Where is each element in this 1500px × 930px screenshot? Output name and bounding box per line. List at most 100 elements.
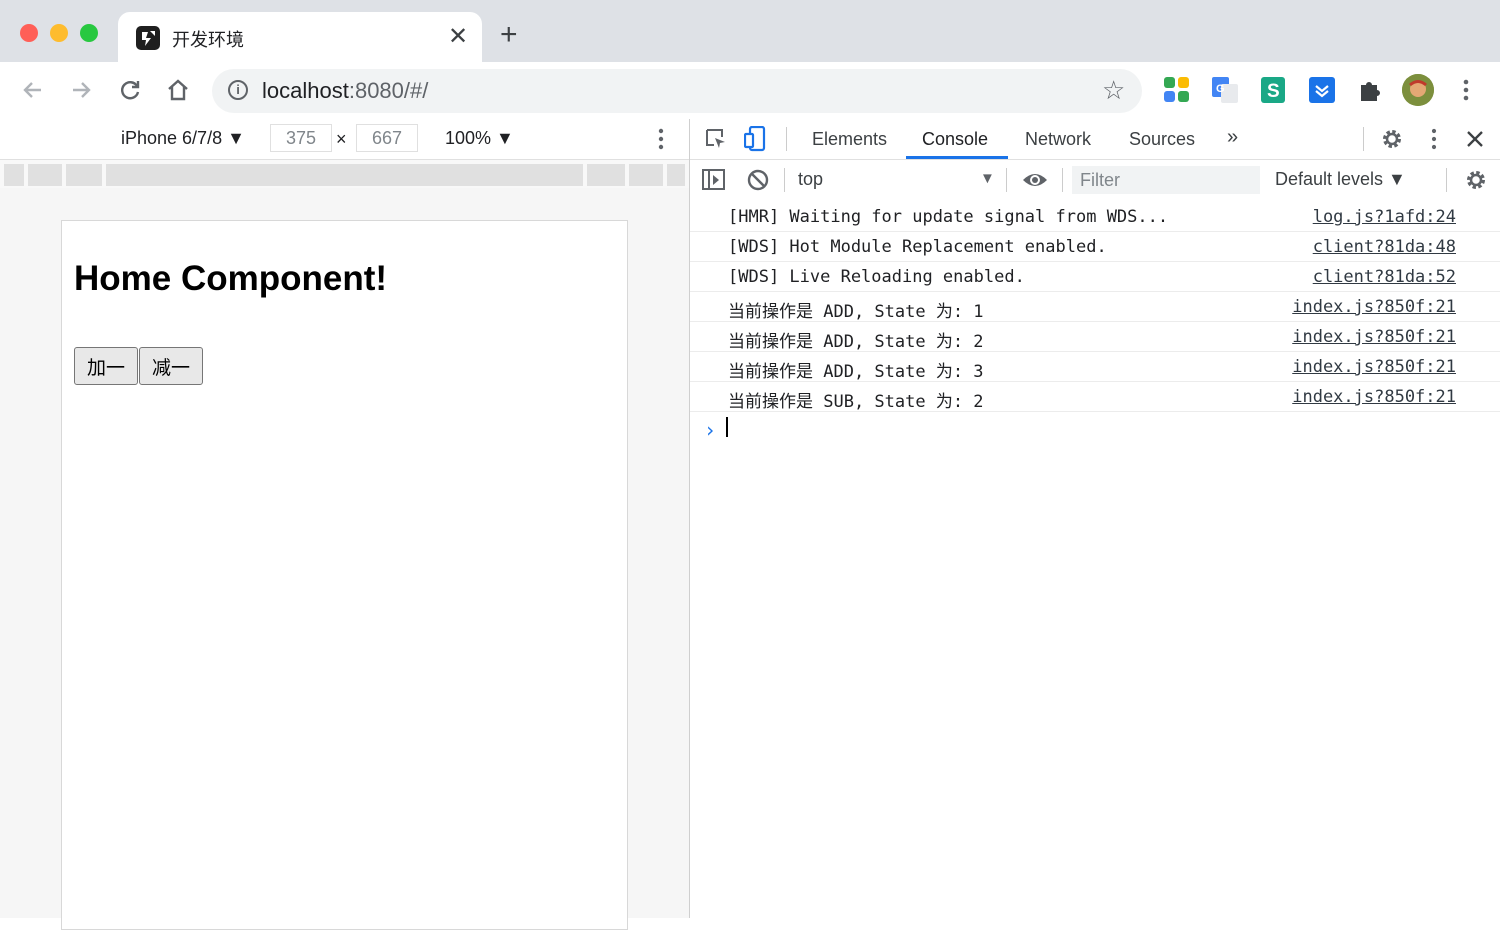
console-row: [HMR] Waiting for update signal from WDS… — [690, 202, 1500, 232]
maximize-window-button[interactable] — [80, 24, 98, 42]
new-tab-button[interactable]: + — [500, 20, 518, 50]
decrement-button[interactable]: 减一 — [139, 347, 203, 385]
console-source-link[interactable]: index.js?850f:21 — [1292, 297, 1456, 317]
media-query-segment[interactable] — [587, 164, 625, 186]
console-message: 当前操作是 ADD, State 为: 3 — [728, 362, 984, 382]
separator — [1446, 168, 1447, 192]
media-query-segment[interactable] — [28, 164, 62, 186]
console-input[interactable] — [726, 417, 728, 437]
console-row: 当前操作是 SUB, State 为: 2 index.js?850f:21 — [690, 382, 1500, 412]
tab-network[interactable]: Network — [1025, 129, 1091, 150]
home-icon[interactable] — [162, 74, 194, 106]
zoom-select[interactable]: 100% ▼ — [445, 128, 514, 149]
console-message: 当前操作是 ADD, State 为: 1 — [728, 302, 984, 322]
tab-sources[interactable]: Sources — [1129, 129, 1195, 150]
log-levels-select[interactable]: Default levels ▼ — [1275, 169, 1406, 190]
clear-console-icon[interactable] — [746, 168, 770, 192]
device-toolbar: iPhone 6/7/8 ▼ 375 × 667 100% ▼ — [0, 119, 689, 160]
console-row: [WDS] Hot Module Replacement enabled. cl… — [690, 232, 1500, 262]
dimension-separator: × — [336, 129, 347, 149]
console-settings-icon[interactable] — [1464, 168, 1488, 192]
separator — [786, 127, 787, 151]
console-source-link[interactable]: log.js?1afd:24 — [1313, 207, 1456, 227]
more-tabs-icon[interactable]: » — [1227, 126, 1238, 149]
console-source-link[interactable]: index.js?850f:21 — [1292, 357, 1456, 377]
console-prompt-icon: › — [704, 418, 717, 442]
sidebar-toggle-icon[interactable] — [702, 169, 726, 191]
console-row: [WDS] Live Reloading enabled. client?81d… — [690, 262, 1500, 292]
s-extension-icon[interactable]: S — [1259, 76, 1287, 104]
console-source-link[interactable]: client?81da:48 — [1313, 237, 1456, 257]
console-source-link[interactable]: index.js?850f:21 — [1292, 387, 1456, 407]
console-row: 当前操作是 ADD, State 为: 3 index.js?850f:21 — [690, 352, 1500, 382]
console-row: 当前操作是 ADD, State 为: 1 index.js?850f:21 — [690, 292, 1500, 322]
separator — [1062, 168, 1063, 192]
kebab-menu-icon[interactable] — [1456, 76, 1476, 104]
media-query-segment[interactable] — [66, 164, 102, 186]
url-host: localhost — [262, 78, 349, 103]
viewport-area: Home Component! 加一 减一 — [0, 188, 689, 930]
eye-icon[interactable] — [1022, 169, 1048, 191]
context-dropdown-icon[interactable]: ▼ — [980, 170, 995, 187]
device-toggle-icon[interactable] — [743, 125, 768, 152]
svg-text:G: G — [1216, 83, 1225, 95]
separator — [1006, 168, 1007, 192]
url-path: :8080/#/ — [348, 78, 429, 103]
close-devtools-icon[interactable] — [1464, 128, 1486, 150]
console-output: [HMR] Waiting for update signal from WDS… — [690, 200, 1500, 918]
back-arrow-icon[interactable] — [17, 74, 49, 106]
browser-tab[interactable]: 开发环境 ✕ — [118, 12, 482, 64]
inspect-element-icon[interactable] — [704, 127, 728, 151]
tab-console[interactable]: Console — [922, 129, 988, 150]
console-message: [WDS] Live Reloading enabled. — [728, 267, 1025, 287]
console-toolbar: top ▼ Filter Default levels ▼ — [690, 160, 1500, 201]
tab-elements[interactable]: Elements — [812, 129, 887, 150]
url-text[interactable]: localhost:8080/#/ — [262, 78, 428, 104]
console-message: [HMR] Waiting for update signal from WDS… — [728, 207, 1169, 227]
media-query-segment[interactable] — [4, 164, 24, 186]
extensions-puzzle-icon[interactable] — [1356, 76, 1384, 104]
context-select[interactable]: top — [798, 169, 823, 190]
separator — [1363, 127, 1364, 151]
media-query-segment[interactable] — [106, 164, 583, 186]
forward-arrow-icon[interactable] — [65, 74, 97, 106]
console-source-link[interactable]: client?81da:52 — [1313, 267, 1456, 287]
media-query-segment[interactable] — [629, 164, 663, 186]
address-bar[interactable]: i localhost:8080/#/ ☆ — [212, 69, 1142, 113]
reload-icon[interactable] — [114, 74, 146, 106]
page-heading: Home Component! — [74, 259, 388, 298]
console-message: 当前操作是 ADD, State 为: 2 — [728, 332, 984, 352]
minimize-window-button[interactable] — [50, 24, 68, 42]
device-more-icon[interactable] — [651, 125, 671, 159]
console-message: [WDS] Hot Module Replacement enabled. — [728, 237, 1107, 257]
star-icon[interactable]: ☆ — [1102, 75, 1125, 106]
browser-toolbar: i localhost:8080/#/ ☆ G S — [0, 62, 1500, 120]
info-icon[interactable]: i — [228, 80, 248, 100]
tab-close-icon[interactable]: ✕ — [446, 22, 470, 51]
devtools-menu-icon[interactable] — [1424, 127, 1444, 151]
tab-favicon-icon — [136, 26, 160, 50]
close-window-button[interactable] — [20, 24, 38, 42]
device-height-input[interactable]: 667 — [356, 124, 418, 152]
device-select[interactable]: iPhone 6/7/8 ▼ — [121, 128, 245, 149]
media-query-segment[interactable] — [667, 164, 685, 186]
devtools-tab-bar: Elements Console Network Sources » — [690, 119, 1500, 160]
google-translate-icon[interactable]: G — [1211, 76, 1239, 104]
save-extension-icon[interactable] — [1308, 76, 1336, 104]
active-tab-indicator — [906, 156, 1008, 159]
device-width-input[interactable]: 375 — [270, 124, 332, 152]
settings-gear-icon[interactable] — [1380, 127, 1404, 151]
separator — [784, 168, 785, 192]
title-bar: 开发环境 ✕ + — [0, 0, 1500, 64]
emulated-viewport: Home Component! 加一 减一 — [61, 220, 628, 930]
console-row: 当前操作是 ADD, State 为: 2 index.js?850f:21 — [690, 322, 1500, 352]
console-message: 当前操作是 SUB, State 为: 2 — [728, 392, 984, 412]
svg-text:S: S — [1267, 81, 1280, 102]
media-query-bar — [0, 160, 689, 188]
increment-button[interactable]: 加一 — [74, 347, 138, 385]
avatar[interactable] — [1402, 74, 1434, 106]
tab-title: 开发环境 — [172, 30, 244, 50]
console-source-link[interactable]: index.js?850f:21 — [1292, 327, 1456, 347]
extension-grid-icon[interactable] — [1163, 76, 1191, 104]
filter-input[interactable]: Filter — [1072, 166, 1260, 194]
